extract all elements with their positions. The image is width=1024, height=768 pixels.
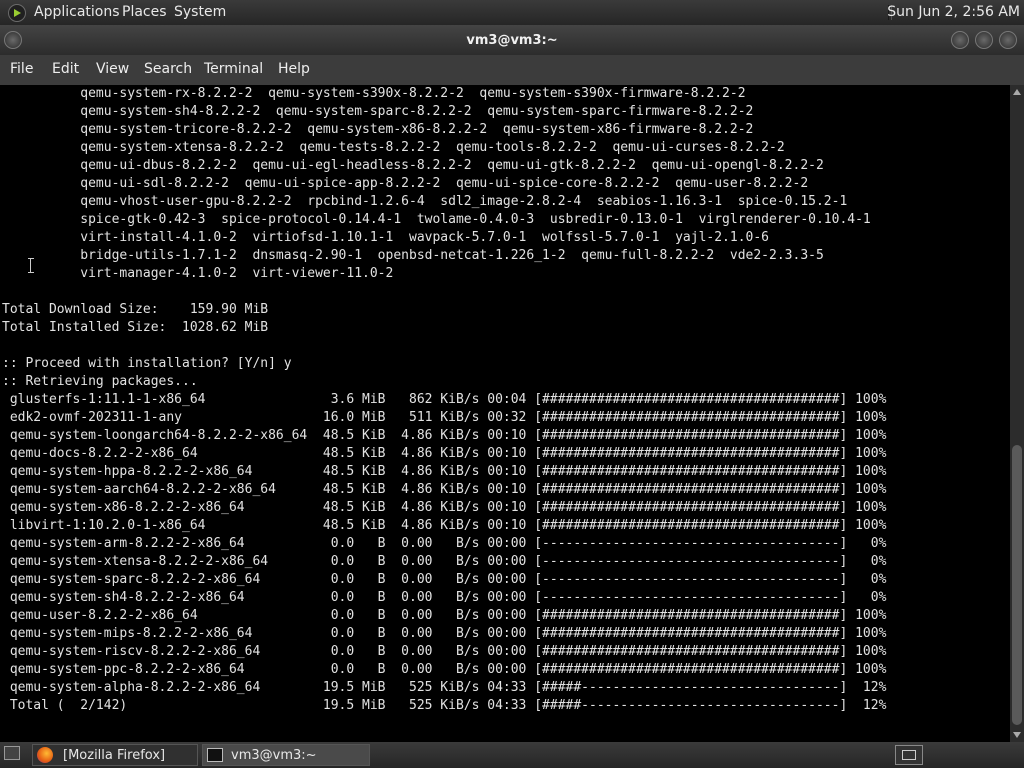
terminal-line: qemu-system-hppa-8.2.2-2-x86_64 48.5 KiB… xyxy=(2,464,887,479)
terminal-line: edk2-ovmf-202311-1-any 16.0 MiB 511 KiB/… xyxy=(2,410,887,425)
terminal-line: qemu-ui-sdl-8.2.2-2 qemu-ui-spice-app-8.… xyxy=(2,176,809,191)
terminal-line: qemu-vhost-user-gpu-8.2.2-2 rpcbind-1.2.… xyxy=(2,194,848,209)
scroll-up-icon[interactable] xyxy=(1013,89,1021,95)
scrollbar-thumb[interactable] xyxy=(1012,445,1022,725)
menu-search[interactable]: Search xyxy=(144,61,192,77)
applications-icon[interactable] xyxy=(8,4,26,22)
terminal-line: qemu-system-riscv-8.2.2-2-x86_64 0.0 B 0… xyxy=(2,644,887,659)
terminal-line: qemu-system-sh4-8.2.2-2-x86_64 0.0 B 0.0… xyxy=(2,590,887,605)
close-icon[interactable] xyxy=(999,31,1017,49)
terminal-icon xyxy=(207,748,223,762)
terminal-line: qemu-ui-dbus-8.2.2-2 qemu-ui-egl-headles… xyxy=(2,158,824,173)
terminal-line: Total ( 2/142) 19.5 MiB 525 KiB/s 04:33 … xyxy=(2,698,887,713)
window-title: vm3@vm3:~ xyxy=(466,33,558,48)
terminal-line: qemu-system-x86-8.2.2-2-x86_64 48.5 KiB … xyxy=(2,500,887,515)
terminal-line: Total Installed Size: 1028.62 MiB xyxy=(2,320,269,335)
menu-places[interactable]: Places xyxy=(122,4,167,20)
terminal-line: qemu-user-8.2.2-2-x86_64 0.0 B 0.00 B/s … xyxy=(2,608,887,623)
terminal-line: qemu-system-rx-8.2.2-2 qemu-system-s390x… xyxy=(2,86,746,101)
task-label: vm3@vm3:~ xyxy=(231,748,317,763)
terminal-line: qemu-docs-8.2.2-2-x86_64 48.5 KiB 4.86 K… xyxy=(2,446,887,461)
task-terminal[interactable]: vm3@vm3:~ xyxy=(202,744,370,766)
firefox-icon xyxy=(37,747,53,763)
terminal-line: qemu-system-mips-8.2.2-2-x86_64 0.0 B 0.… xyxy=(2,626,887,641)
workspace-switcher-icon[interactable] xyxy=(895,745,923,765)
terminal-line: :: Retrieving packages... xyxy=(2,374,198,389)
menu-help[interactable]: Help xyxy=(278,61,310,77)
text-cursor-icon xyxy=(28,257,34,275)
terminal-line: qemu-system-xtensa-8.2.2-2 qemu-tests-8.… xyxy=(2,140,785,155)
terminal-line: spice-gtk-0.42-3 spice-protocol-0.14.4-1… xyxy=(2,212,871,227)
terminal-scrollbar[interactable] xyxy=(1010,85,1024,742)
terminal-line: qemu-system-sparc-8.2.2-2-x86_64 0.0 B 0… xyxy=(2,572,887,587)
window-titlebar[interactable]: vm3@vm3:~ xyxy=(0,25,1024,55)
clock[interactable]: Sun Jun 2, 2:56 AM xyxy=(887,4,1020,20)
terminal-line: qemu-system-tricore-8.2.2-2 qemu-system-… xyxy=(2,122,754,137)
scroll-down-icon[interactable] xyxy=(1013,732,1021,738)
task-label: [Mozilla Firefox] xyxy=(63,748,166,763)
show-desktop-icon[interactable] xyxy=(4,746,20,760)
terminal-line: libvirt-1:10.2.0-1-x86_64 48.5 KiB 4.86 … xyxy=(2,518,887,533)
menu-view[interactable]: View xyxy=(96,61,129,77)
menu-file[interactable]: File xyxy=(10,61,33,77)
minimize-icon[interactable] xyxy=(951,31,969,49)
terminal-line: qemu-system-xtensa-8.2.2-2-x86_64 0.0 B … xyxy=(2,554,887,569)
terminal-line: glusterfs-1:11.1-1-x86_64 3.6 MiB 862 Ki… xyxy=(2,392,887,407)
terminal-area[interactable]: qemu-system-rx-8.2.2-2 qemu-system-s390x… xyxy=(0,85,1010,742)
terminal-line: qemu-system-loongarch64-8.2.2-2-x86_64 4… xyxy=(2,428,887,443)
menu-applications[interactable]: Applications xyxy=(34,4,120,20)
bottom-taskbar: [Mozilla Firefox] vm3@vm3:~ xyxy=(0,742,1024,768)
terminal-line: qemu-system-ppc-8.2.2-2-x86_64 0.0 B 0.0… xyxy=(2,662,887,677)
terminal-line: qemu-system-aarch64-8.2.2-2-x86_64 48.5 … xyxy=(2,482,887,497)
terminal-line: :: Proceed with installation? [Y/n] y xyxy=(2,356,292,371)
task-firefox[interactable]: [Mozilla Firefox] xyxy=(32,744,198,766)
terminal-line: qemu-system-sh4-8.2.2-2 qemu-system-spar… xyxy=(2,104,754,119)
top-panel: Applications Places System Sun Jun 2, 2:… xyxy=(0,0,1024,25)
menu-system[interactable]: System xyxy=(174,4,226,20)
terminal-line: qemu-system-arm-8.2.2-2-x86_64 0.0 B 0.0… xyxy=(2,536,887,551)
terminal-menubar: File Edit View Search Terminal Help xyxy=(0,55,1024,85)
terminal-line: bridge-utils-1.7.1-2 dnsmasq-2.90-1 open… xyxy=(2,248,824,263)
maximize-icon[interactable] xyxy=(975,31,993,49)
terminal-line: virt-manager-4.1.0-2 virt-viewer-11.0-2 xyxy=(2,266,394,281)
menu-terminal[interactable]: Terminal xyxy=(204,61,263,77)
terminal-line: virt-install-4.1.0-2 virtiofsd-1.10.1-1 … xyxy=(2,230,770,245)
terminal-line: qemu-system-alpha-8.2.2-2-x86_64 19.5 Mi… xyxy=(2,680,887,695)
terminal-line: Total Download Size: 159.90 MiB xyxy=(2,302,269,317)
menu-edit[interactable]: Edit xyxy=(52,61,79,77)
